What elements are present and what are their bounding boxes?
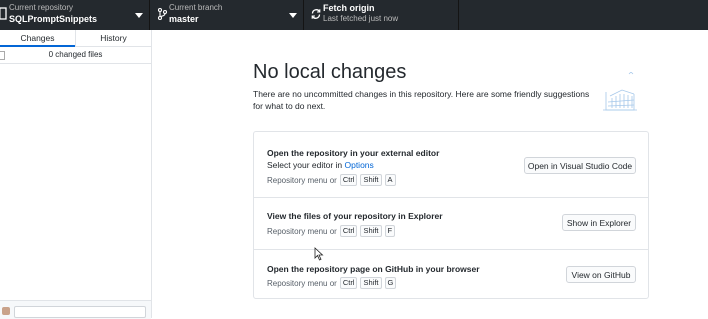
key-f: F [384,225,396,237]
sync-icon [311,9,321,19]
suggestion-title: View the files of your repository in Exp… [267,211,443,221]
sidebar: Changes History 0 changed files [0,30,152,319]
keyboard-shortcut: Repository menu or Ctrl Shift A [267,174,396,186]
key-ctrl: Ctrl [339,277,358,289]
options-link[interactable]: Options [344,160,373,170]
repository-label: Current repository [9,3,74,12]
chevron-down-icon [289,13,297,18]
key-shift: Shift [360,174,382,186]
tab-changes[interactable]: Changes [0,30,75,47]
view-on-github-button[interactable]: View on GitHub [566,266,636,283]
suggestion-description: Select your editor in Options [267,160,374,170]
branch-icon [157,7,168,21]
select-all-checkbox[interactable] [0,51,5,60]
commit-summary-input[interactable] [14,306,146,318]
changed-files-count: 0 changed files [48,50,103,59]
shortcut-label: Repository menu or [267,175,337,185]
main-content: No local changes There are no uncommitte… [152,30,708,318]
avatar [2,307,10,315]
fetch-origin-button[interactable]: Fetch origin Last fetched just now [304,0,459,30]
tab-history[interactable]: History [75,30,151,46]
changed-files-header: 0 changed files [0,47,151,64]
commit-area [0,300,151,319]
app-toolbar: Current repository SQLPromptSnippets Cur… [0,0,708,30]
suggestions-panel: Open the repository in your external edi… [253,131,649,299]
suggestion-text: Select your editor in [267,160,345,170]
page-subtitle: There are no uncommitted changes in this… [253,89,590,111]
suggestion-title: Open the repository page on GitHub in yo… [267,264,480,274]
shortcut-label: Repository menu or [267,226,337,236]
suggestion-open-editor: Open the repository in your external edi… [254,132,648,198]
key-shift: Shift [360,277,382,289]
key-ctrl: Ctrl [339,225,358,237]
key-ctrl: Ctrl [339,174,358,186]
shortcut-label: Repository menu or [267,278,337,288]
fetch-label: Fetch origin [323,3,375,13]
key-g: G [384,277,397,289]
page-title: No local changes [253,61,407,83]
repo-icon [0,7,7,20]
keyboard-shortcut: Repository menu or Ctrl Shift G [267,277,397,289]
chevron-down-icon [135,13,143,18]
suggestion-show-explorer: View the files of your repository in Exp… [254,198,648,250]
open-in-editor-button[interactable]: Open in Visual Studio Code [524,157,636,174]
no-changes-illustration [603,72,637,111]
fetch-status: Last fetched just now [323,14,399,23]
repository-name: SQLPromptSnippets [9,14,98,24]
key-a: A [384,174,396,186]
suggestion-title: Open the repository in your external edi… [267,148,440,158]
mouse-cursor-icon [314,247,324,261]
keyboard-shortcut: Repository menu or Ctrl Shift F [267,225,396,237]
sidebar-tabs: Changes History [0,30,151,47]
key-shift: Shift [360,225,382,237]
branch-name: master [169,14,199,24]
branch-label: Current branch [169,3,223,12]
show-in-explorer-button[interactable]: Show in Explorer [562,214,636,231]
branch-selector[interactable]: Current branch master [150,0,304,30]
repository-selector[interactable]: Current repository SQLPromptSnippets [0,0,150,30]
